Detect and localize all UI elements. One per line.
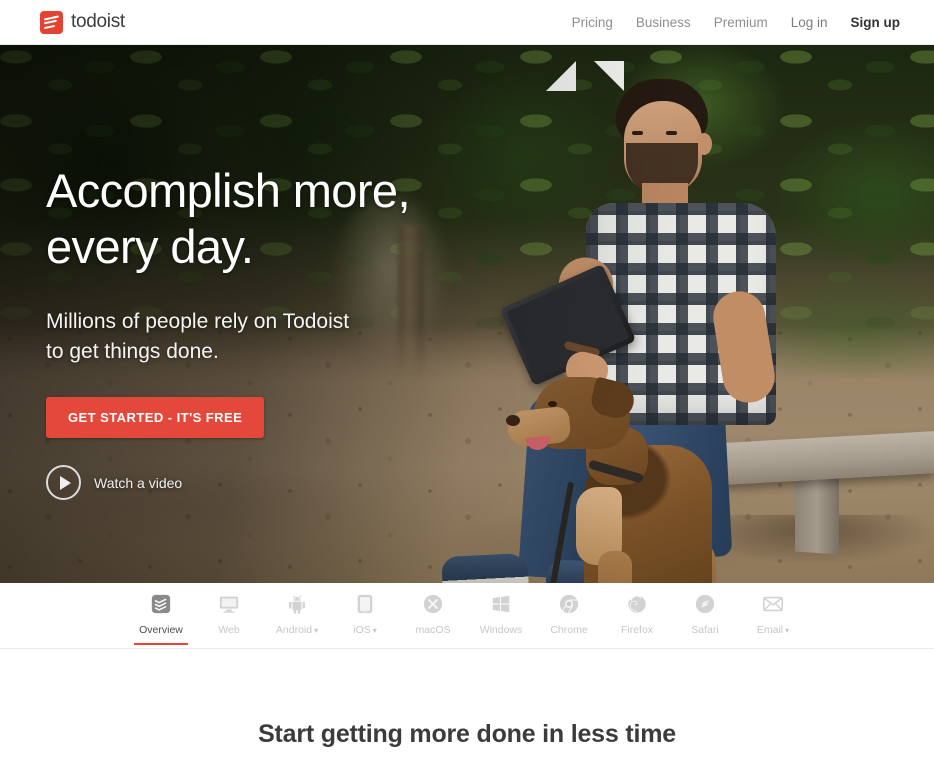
windows-icon — [489, 592, 513, 616]
android-icon — [285, 592, 309, 616]
bottom-section: Start getting more done in less time — [0, 650, 934, 767]
brand-logo[interactable]: todoist — [40, 10, 125, 34]
platform-tab-label: Android ▾ — [275, 624, 319, 636]
nav-link-login[interactable]: Log in — [791, 15, 828, 30]
platform-tab-label: Firefox — [620, 624, 654, 636]
platform-tab-web[interactable]: Web — [200, 583, 258, 636]
todoist-logo-icon — [40, 10, 63, 34]
hero-subtitle-line1: Millions of people rely on Todoist — [46, 310, 350, 333]
platform-tab-label: Web — [218, 624, 240, 636]
todoist-overview-icon — [149, 592, 173, 616]
platform-tab-label: Overview — [139, 624, 183, 636]
nav-links: Pricing Business Premium Log in Sign up — [572, 15, 900, 30]
chevron-down-icon: ▾ — [785, 626, 790, 635]
nav-link-pricing[interactable]: Pricing — [572, 15, 613, 30]
watch-video-label: Watch a video — [94, 474, 183, 491]
brand-name: todoist — [71, 11, 125, 32]
chrome-icon — [557, 592, 581, 616]
active-tab-underline — [134, 643, 188, 645]
platform-tab-label: iOS ▾ — [353, 624, 377, 636]
apple-macos-icon — [421, 592, 445, 616]
hero-title: Accomplish more, every day. — [46, 163, 476, 275]
hero-section: Accomplish more, every day. Millions of … — [0, 45, 934, 583]
firefox-icon — [625, 592, 649, 616]
platform-tab-label: Safari — [691, 624, 719, 636]
hero-title-line1: Accomplish more, — [46, 164, 411, 217]
platform-tab-windows[interactable]: Windows — [472, 583, 530, 636]
platform-tab-email[interactable]: Email ▾ — [744, 583, 802, 636]
platform-tab-label: Windows — [479, 624, 523, 636]
envelope-icon — [761, 592, 785, 616]
nav-link-premium[interactable]: Premium — [714, 15, 768, 30]
chevron-down-icon: ▾ — [372, 626, 377, 635]
get-started-button[interactable]: GET STARTED - IT'S FREE — [46, 397, 265, 438]
phone-icon — [353, 592, 377, 616]
nav-link-business[interactable]: Business — [636, 15, 691, 30]
platform-tab-safari[interactable]: Safari — [676, 583, 734, 636]
platform-tab-android[interactable]: Android ▾ — [268, 583, 326, 636]
platform-tab-chrome[interactable]: Chrome — [540, 583, 598, 636]
nav-link-signup[interactable]: Sign up — [851, 15, 901, 30]
play-circle-icon — [46, 465, 81, 500]
hero-subtitle-line2: to get things done. — [46, 340, 219, 363]
chevron-down-icon: ▾ — [314, 626, 319, 635]
platform-tab-ios[interactable]: iOS ▾ — [336, 583, 394, 636]
page-root: todoist Pricing Business Premium Log in … — [0, 0, 934, 767]
hero-subtitle: Millions of people rely on Todoist to ge… — [46, 307, 476, 367]
watch-video-link[interactable]: Watch a video — [46, 465, 182, 500]
section-title: Start getting more done in less time — [258, 720, 676, 748]
platform-tab-label: macOS — [415, 624, 451, 636]
platform-tab-label: Email ▾ — [756, 624, 790, 636]
platform-tab-overview[interactable]: Overview — [132, 583, 190, 645]
safari-icon — [693, 592, 717, 616]
hero-content: Accomplish more, every day. Millions of … — [46, 163, 476, 500]
platform-tab-firefox[interactable]: Firefox — [608, 583, 666, 636]
top-navbar: todoist Pricing Business Premium Log in … — [0, 0, 934, 45]
monitor-icon — [217, 592, 241, 616]
platform-tabs: Overview Web Android ▾ iOS ▾ macOS Windo… — [0, 583, 934, 649]
platform-tab-label: Chrome — [550, 624, 588, 636]
hero-title-line2: every day. — [46, 220, 254, 273]
platform-tab-macos[interactable]: macOS — [404, 583, 462, 636]
